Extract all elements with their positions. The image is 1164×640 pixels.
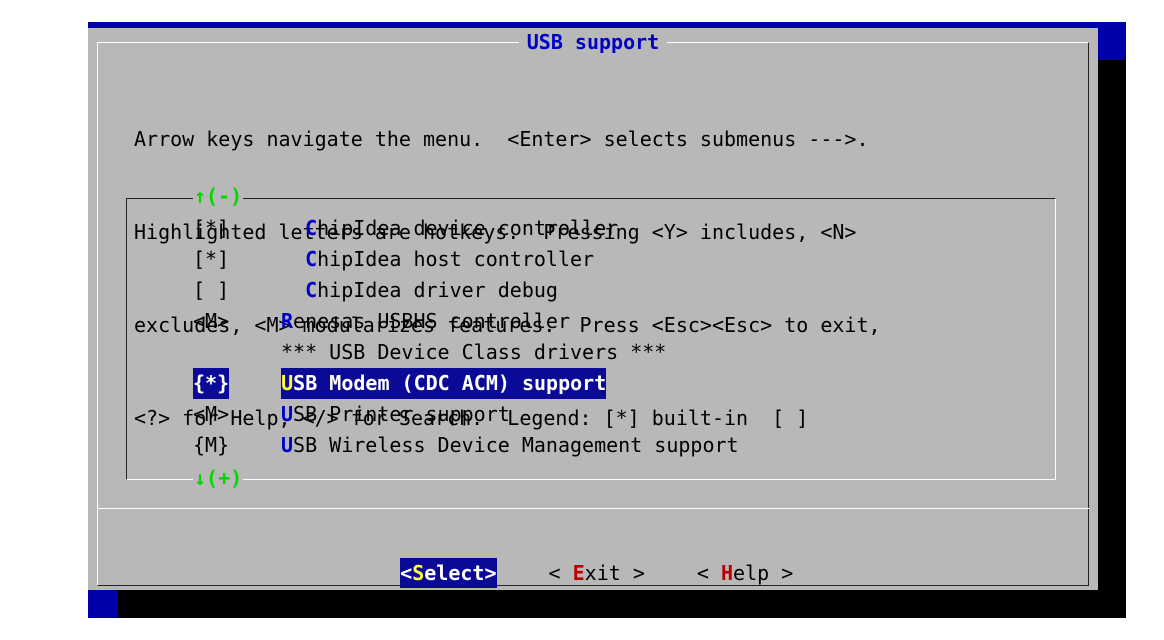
menu-item-state: {M}	[193, 433, 230, 457]
menu-item[interactable]: {M} U SB Wireless Device Management supp…	[193, 430, 739, 461]
menu-item-label: hipIdea driver debug	[317, 278, 558, 302]
dialog-shadow-right	[1098, 60, 1126, 618]
exit-button-open: <	[548, 561, 573, 585]
menu-item-state: {*}	[193, 368, 230, 399]
menu-item-state: [*]	[193, 216, 230, 240]
select-button-hotkey: S	[412, 561, 425, 585]
select-button-label: elect	[424, 561, 485, 585]
select-button-open: <	[400, 561, 413, 585]
terminal-background-bottom-left	[88, 590, 118, 618]
menu-item-label: SB Printer support	[293, 402, 510, 426]
menu-item-indent	[281, 275, 305, 306]
menu-item-label-wrap: USB Modem (CDC ACM) support	[281, 368, 607, 399]
select-button-close: >	[484, 561, 497, 585]
menu-item[interactable]: [*] C hipIdea host controller	[193, 244, 739, 275]
help-button[interactable]: < Help >	[697, 558, 793, 588]
menu-item-state: [ ]	[193, 278, 230, 302]
menuconfig-dialog: USB support Arrow keys navigate the menu…	[88, 28, 1098, 590]
menu-item[interactable]: <M> U SB Printer support	[193, 399, 739, 430]
menu-item-state: <M>	[193, 402, 230, 426]
menu-item-hotkey: C	[305, 278, 318, 302]
menu-item-label: SB Modem (CDC ACM) support	[293, 371, 607, 395]
menu-item-hotkey: U	[281, 371, 294, 395]
scroll-down-indicator[interactable]: ↓(+)	[193, 467, 244, 489]
menu-item-hotkey: U	[281, 433, 294, 457]
menu-item-indent	[281, 244, 305, 275]
menu-box[interactable]: ↑(-) [*] C hipIdea device controller [*]…	[126, 185, 1056, 489]
button-row: <Select> < Exit > < Help >	[352, 528, 793, 618]
exit-button-label: xit	[584, 561, 621, 585]
menu-item-hotkey: C	[305, 216, 318, 240]
menu-item[interactable]: [*] C hipIdea device controller	[193, 213, 739, 244]
menu-item[interactable]: <M> R enesas USBHS controller	[193, 306, 739, 337]
menu-item-hotkey: R	[281, 309, 294, 333]
menu-item-state: [*]	[193, 247, 230, 271]
menu-item-indent	[281, 213, 305, 244]
menu-item-label: SB Wireless Device Management support	[293, 433, 739, 457]
help-button-hotkey: H	[720, 561, 734, 585]
exit-button[interactable]: < Exit >	[549, 558, 645, 588]
menu-comment[interactable]: *** USB Device Class drivers ***	[193, 337, 739, 368]
menu-comment-label: *** USB Device Class drivers ***	[281, 340, 667, 364]
menu-item-label: enesas USBHS controller	[293, 309, 570, 333]
exit-button-hotkey: E	[572, 561, 585, 585]
select-button[interactable]: <Select>	[400, 558, 497, 588]
menu-item-hotkey: C	[305, 247, 318, 271]
help-button-label: elp	[733, 561, 770, 585]
help-line: Arrow keys navigate the menu. <Enter> se…	[134, 127, 869, 151]
dialog-title: USB support	[518, 30, 668, 54]
menu-item[interactable]: [ ] C hipIdea driver debug	[193, 275, 739, 306]
terminal-background-right	[1098, 22, 1126, 60]
menu-list: [*] C hipIdea device controller [*] C hi…	[193, 213, 739, 461]
menu-item-selected[interactable]: {*} USB Modem (CDC ACM) support	[193, 368, 739, 399]
button-separator	[97, 508, 1089, 509]
menu-item-label: hipIdea host controller	[317, 247, 595, 271]
help-button-open: <	[696, 561, 721, 585]
menu-item-state: <M>	[193, 309, 230, 333]
scroll-up-indicator[interactable]: ↑(-)	[193, 185, 244, 207]
exit-button-close: >	[620, 561, 645, 585]
menu-item-label: hipIdea device controller	[317, 216, 619, 240]
help-button-close: >	[769, 561, 794, 585]
menu-item-hotkey: U	[281, 402, 294, 426]
